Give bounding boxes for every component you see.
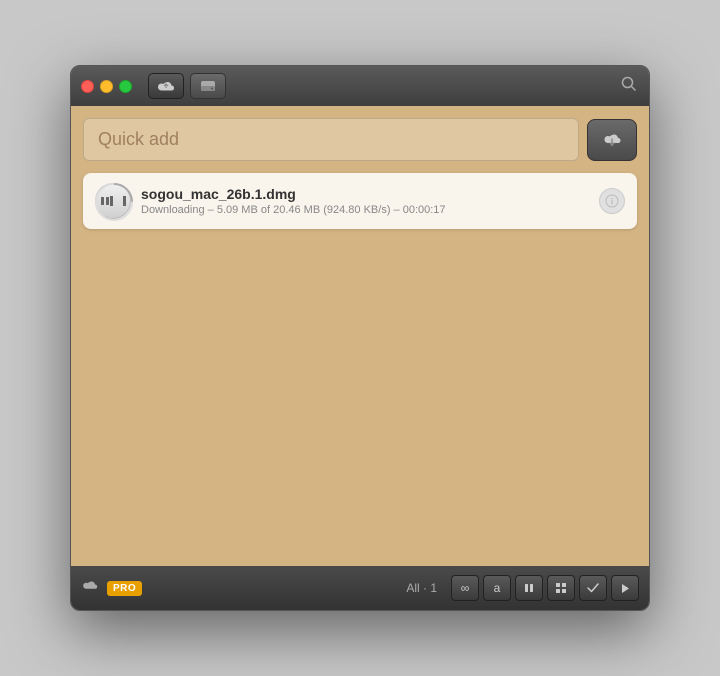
download-info: sogou_mac_26b.1.dmg Downloading – 5.09 M… <box>141 186 589 216</box>
add-download-button[interactable] <box>587 119 637 161</box>
search-button[interactable] <box>621 76 637 97</box>
infinity-button[interactable]: ∞ <box>451 575 479 601</box>
download-stats: All · 1 <box>406 581 437 595</box>
hdd-button[interactable] <box>190 73 226 99</box>
check-button[interactable] <box>579 575 607 601</box>
cloud-bottom-icon <box>81 579 99 592</box>
cloud-icon[interactable] <box>81 579 99 597</box>
download-item: sogou_mac_26b.1.dmg Downloading – 5.09 M… <box>83 173 637 229</box>
alpha-button[interactable]: a <box>483 575 511 601</box>
bottom-controls: ∞ a <box>451 575 639 601</box>
pause-button[interactable] <box>95 183 131 219</box>
pro-badge[interactable]: PRO <box>107 581 142 596</box>
titlebar <box>71 66 649 106</box>
close-button[interactable] <box>81 80 94 93</box>
check-icon <box>587 583 599 593</box>
play-icon <box>620 583 630 594</box>
hdd-icon <box>200 78 216 94</box>
traffic-lights <box>81 80 132 93</box>
quick-add-input[interactable] <box>83 118 579 161</box>
play-button[interactable] <box>611 575 639 601</box>
maximize-button[interactable] <box>119 80 132 93</box>
download-filename: sogou_mac_26b.1.dmg <box>141 186 589 202</box>
info-icon <box>605 194 619 208</box>
pause-all-icon <box>524 583 534 593</box>
grid-icon <box>555 582 567 594</box>
upload-cloud-button[interactable] <box>148 73 184 99</box>
upload-cloud-icon <box>157 79 175 93</box>
pause-all-button[interactable] <box>515 575 543 601</box>
bottombar: PRO All · 1 ∞ a <box>71 566 649 610</box>
grid-button[interactable] <box>547 575 575 601</box>
quick-add-bar <box>83 118 637 161</box>
main-window: sogou_mac_26b.1.dmg Downloading – 5.09 M… <box>70 65 650 611</box>
titlebar-buttons <box>148 73 226 99</box>
progress-ring <box>94 182 134 222</box>
download-action-button[interactable] <box>599 188 625 214</box>
search-icon <box>621 76 637 92</box>
minimize-button[interactable] <box>100 80 113 93</box>
download-status: Downloading – 5.09 MB of 20.46 MB (924.8… <box>141 204 589 216</box>
main-content: sogou_mac_26b.1.dmg Downloading – 5.09 M… <box>71 106 649 566</box>
cloud-download-icon <box>601 131 623 149</box>
